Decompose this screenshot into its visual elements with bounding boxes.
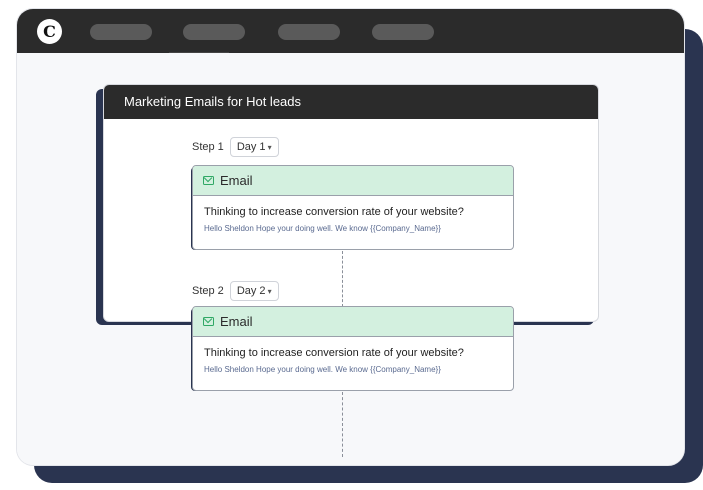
channel-label: Email (220, 173, 253, 188)
email-step-card[interactable]: Email Thinking to increase conversion ra… (192, 165, 514, 250)
nav-placeholder-4[interactable] (372, 24, 434, 40)
step-connector (342, 251, 343, 307)
nav-placeholder-2[interactable] (183, 24, 245, 40)
step-label: Step 2 (192, 285, 224, 297)
email-subject: Thinking to increase conversion rate of … (204, 206, 464, 218)
nav-placeholder-3[interactable] (278, 24, 340, 40)
mail-icon (203, 317, 214, 326)
mail-icon (203, 176, 214, 185)
email-subject: Thinking to increase conversion rate of … (204, 347, 464, 359)
nav-placeholder-1[interactable] (90, 24, 152, 40)
step-row: Step 1 Day 1 ▾ (192, 137, 279, 157)
day-select-value: Day 1 (236, 141, 266, 153)
email-step-card[interactable]: Email Thinking to increase conversion ra… (192, 306, 514, 391)
channel-label: Email (220, 314, 253, 329)
day-select[interactable]: Day 2 ▾ (229, 281, 279, 301)
step-label: Step 1 (192, 141, 224, 153)
app-window: C Marketing Emails for Hot leads Step 1 … (17, 9, 684, 465)
email-preview: Hello Sheldon Hope your doing well. We k… (204, 224, 441, 233)
campaign-title: Marketing Emails for Hot leads (104, 85, 598, 119)
title-bar: C (17, 9, 684, 54)
step-row: Step 2 Day 2 ▾ (192, 281, 279, 301)
day-select-value: Day 2 (236, 285, 266, 297)
step-connector (342, 392, 343, 457)
app-logo[interactable]: C (37, 19, 62, 44)
workflow-canvas: Marketing Emails for Hot leads Step 1 Da… (17, 53, 684, 465)
email-card-header: Email (193, 166, 513, 196)
chevron-down-icon: ▾ (267, 286, 272, 296)
email-card-header: Email (193, 307, 513, 337)
day-select[interactable]: Day 1 ▾ (229, 137, 279, 157)
email-preview: Hello Sheldon Hope your doing well. We k… (204, 365, 441, 374)
chevron-down-icon: ▾ (267, 142, 272, 152)
